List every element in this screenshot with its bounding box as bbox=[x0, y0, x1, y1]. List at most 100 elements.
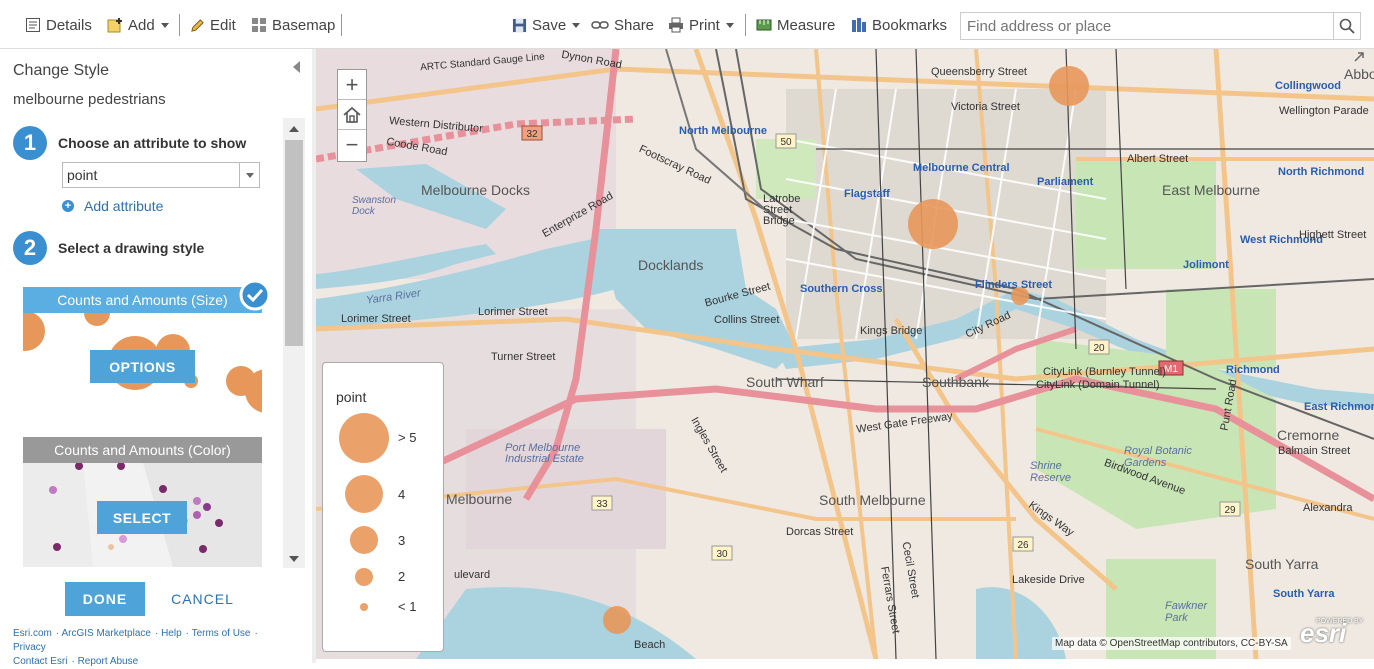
map-label-dorcas-street: Dorcas Street bbox=[786, 526, 854, 538]
map-label-shrine-reserve: Shrine Reserve bbox=[1030, 460, 1071, 484]
style-card-size[interactable]: Counts and Amounts (Size) OPTIONS bbox=[23, 287, 262, 417]
measure-button[interactable]: Measure bbox=[756, 14, 835, 36]
map-label-cremorne: Cremorne bbox=[1277, 427, 1340, 443]
change-style-panel: Change Style melbourne pedestrians 1 Cho… bbox=[5, 49, 310, 667]
map-point bbox=[1049, 66, 1089, 106]
map-label-swanston-dock: Swanston Dock bbox=[352, 195, 396, 217]
legend-symbol-3 bbox=[350, 526, 378, 554]
share-button[interactable]: Share bbox=[591, 14, 654, 36]
toolbar-divider bbox=[341, 14, 342, 36]
scrollbar-thumb[interactable] bbox=[285, 140, 303, 346]
footer-link-terms[interactable]: Terms of Use bbox=[192, 628, 251, 639]
legend-symbol-lt1 bbox=[360, 603, 368, 611]
add-attribute-link[interactable]: + Add attribute bbox=[62, 198, 163, 214]
select-button[interactable]: SELECT bbox=[97, 501, 187, 534]
map-label-south-wharf: South Wharf bbox=[746, 374, 824, 390]
map-point bbox=[908, 199, 958, 249]
map-label-flinders-street: Flinders Street bbox=[975, 279, 1053, 291]
map-label-south-yarra: South Yarra bbox=[1245, 556, 1319, 572]
map-label-albert-street: Albert Street bbox=[1127, 153, 1189, 165]
details-icon bbox=[26, 18, 40, 32]
save-icon bbox=[512, 18, 527, 32]
cancel-button[interactable]: CANCEL bbox=[165, 582, 240, 616]
map-label-southbank: Southbank bbox=[922, 374, 989, 390]
save-label: Save bbox=[532, 16, 567, 34]
footer-link-help[interactable]: Help bbox=[161, 628, 182, 639]
details-label: Details bbox=[46, 16, 92, 34]
map-label-lorimer-street: Lorimer Street bbox=[341, 313, 411, 325]
plus-circle-icon: + bbox=[62, 200, 74, 212]
map-label-east-melbourne: East Melbourne bbox=[1162, 182, 1261, 198]
basemap-tiles: 32 50 20 M1 33 30 26 29 bbox=[316, 49, 1374, 659]
save-button[interactable]: Save bbox=[512, 14, 581, 36]
panel-scrollbar[interactable] bbox=[283, 118, 305, 568]
plus-icon: + bbox=[345, 71, 359, 97]
map-label-flagstaff: Flagstaff bbox=[844, 188, 890, 200]
bookmarks-icon bbox=[852, 18, 866, 32]
search-icon bbox=[1339, 18, 1355, 34]
route-shield: 26 bbox=[1017, 540, 1029, 551]
footer-link-privacy[interactable]: Privacy bbox=[13, 642, 46, 653]
scroll-up-icon[interactable] bbox=[289, 125, 299, 133]
attribute-select[interactable]: point bbox=[62, 162, 260, 188]
legend-symbol-4 bbox=[345, 475, 383, 513]
map-label-port-melbourne-estate: Port Melbourne Industrial Estate bbox=[505, 442, 584, 465]
zoom-in-button[interactable]: + bbox=[338, 70, 366, 100]
map-label-melbourne: Melbourne bbox=[446, 491, 513, 507]
toolbar-divider bbox=[179, 14, 180, 36]
edit-button[interactable]: Edit bbox=[190, 14, 236, 36]
step-2-badge: 2 bbox=[13, 231, 47, 265]
add-layer-icon bbox=[107, 18, 122, 33]
style-card-color[interactable]: Counts and Amounts (Color) SELECT bbox=[23, 437, 262, 567]
map-label-north-melbourne: North Melbourne bbox=[679, 125, 767, 137]
map-label-victoria-street: Victoria Street bbox=[951, 101, 1020, 113]
route-shield: M1 bbox=[1164, 364, 1178, 375]
map-label-queensberry-street: Queensberry Street bbox=[931, 66, 1027, 78]
expand-map-icon[interactable] bbox=[1352, 50, 1366, 64]
footer-link-esri[interactable]: Esri.com bbox=[13, 628, 52, 639]
done-button[interactable]: DONE bbox=[65, 582, 145, 616]
collapse-panel-icon[interactable] bbox=[293, 61, 300, 73]
map-attribution: Map data © OpenStreetMap contributors, C… bbox=[1052, 637, 1291, 650]
map-label-wellington-parade: Wellington Parade bbox=[1279, 105, 1369, 117]
map-label-south-melbourne: South Melbourne bbox=[819, 492, 926, 508]
esri-logo[interactable]: esri bbox=[1300, 618, 1346, 649]
minus-icon: − bbox=[345, 132, 359, 157]
chevron-down-icon bbox=[572, 22, 581, 28]
footer-link-report-abuse[interactable]: Report Abuse bbox=[78, 656, 139, 667]
panel-title: Change Style bbox=[13, 62, 110, 79]
map-label-jolimont: Jolimont bbox=[1183, 259, 1229, 271]
search-button[interactable] bbox=[1333, 12, 1361, 40]
map-label-highett-street: Highett Street bbox=[1299, 229, 1367, 241]
legend-label-2: 2 bbox=[398, 569, 406, 584]
map-view[interactable]: 32 50 20 M1 33 30 26 29 Docklands Melbou… bbox=[316, 49, 1374, 659]
measure-label: Measure bbox=[777, 16, 836, 34]
map-label-beach: Beach bbox=[634, 639, 666, 651]
basemap-button[interactable]: Basemap bbox=[251, 14, 335, 36]
footer-link-marketplace[interactable]: ArcGIS Marketplace bbox=[61, 628, 150, 639]
chevron-down-icon bbox=[725, 22, 734, 28]
legend-label-3: 3 bbox=[398, 533, 406, 548]
footer-link-contact[interactable]: Contact Esri bbox=[13, 656, 67, 667]
style-card-color-title: Counts and Amounts (Color) bbox=[23, 437, 262, 463]
print-button[interactable]: Print bbox=[668, 14, 734, 36]
add-button[interactable]: Add bbox=[107, 14, 169, 36]
bookmarks-button[interactable]: Bookmarks bbox=[851, 14, 947, 36]
zoom-out-button[interactable]: − bbox=[338, 130, 366, 160]
chevron-down-icon bbox=[239, 163, 259, 187]
options-button[interactable]: OPTIONS bbox=[90, 350, 195, 383]
chevron-down-icon bbox=[160, 22, 169, 28]
style-card-size-preview: OPTIONS bbox=[23, 313, 262, 417]
layer-name: melbourne pedestrians bbox=[13, 91, 166, 108]
selected-check-icon bbox=[239, 279, 271, 311]
home-button[interactable] bbox=[338, 100, 366, 130]
map-label-boulevard: ulevard bbox=[454, 569, 491, 581]
scroll-down-icon[interactable] bbox=[289, 555, 299, 563]
legend-label-gt5: > 5 bbox=[398, 430, 417, 445]
search-input[interactable] bbox=[960, 12, 1334, 40]
map-label-docklands: Docklands bbox=[638, 257, 704, 273]
map-label-fawkner-park: Fawkner Park bbox=[1165, 600, 1208, 624]
route-shield: 30 bbox=[716, 549, 728, 560]
details-button[interactable]: Details bbox=[25, 14, 92, 36]
map-label-collins-street: Collins Street bbox=[714, 314, 780, 326]
